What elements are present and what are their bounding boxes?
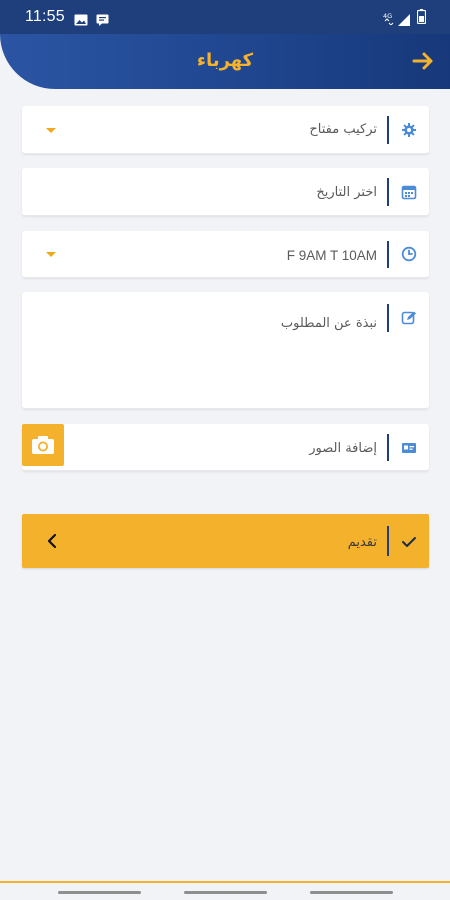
page-title: كهرباء (196, 50, 254, 71)
description-field[interactable]: نبذة عن المطلوب (22, 292, 429, 409)
photos-label: إضافة الصور (309, 441, 377, 456)
image-icon (74, 11, 88, 30)
submit-label: تقديم (347, 535, 377, 550)
calendar-icon (401, 184, 417, 200)
service-value: تركيب مفتاح (309, 122, 377, 137)
battery-icon (416, 9, 427, 28)
system-nav-bar (0, 883, 450, 900)
nav-recents[interactable] (58, 891, 141, 894)
submit-button[interactable]: تقديم (22, 514, 429, 568)
svg-text:4G: 4G (383, 12, 392, 20)
camera-icon (32, 436, 54, 454)
dropdown-arrow-icon[interactable] (46, 128, 56, 133)
app-header: كهرباء (0, 34, 450, 89)
image-card-icon (401, 440, 417, 456)
nav-back[interactable] (310, 891, 393, 894)
service-select[interactable]: تركيب مفتاح (22, 106, 429, 154)
check-icon (401, 534, 417, 548)
date-field[interactable]: اختر التاريخ (22, 168, 429, 216)
edit-icon (401, 310, 417, 326)
dropdown-arrow-icon[interactable] (46, 252, 56, 257)
field-separator (387, 434, 389, 461)
time-select[interactable]: F 9AM T 10AM (22, 231, 429, 278)
status-time: 11:55 (25, 8, 65, 25)
status-bar: 11:55 4G (0, 0, 450, 34)
photos-field[interactable]: إضافة الصور (22, 424, 429, 471)
field-separator (387, 116, 389, 144)
nav-home[interactable] (184, 891, 267, 894)
gear-icon (401, 122, 417, 138)
4g-icon: 4G (383, 10, 395, 29)
message-icon (96, 11, 109, 30)
camera-button[interactable] (22, 424, 64, 466)
field-separator (387, 241, 389, 268)
signal-icon (398, 11, 410, 30)
arrow-right-icon (412, 52, 433, 70)
field-separator (387, 526, 389, 556)
field-separator (387, 178, 389, 206)
clock-icon (401, 246, 417, 262)
time-value: F 9AM T 10AM (286, 248, 377, 263)
date-placeholder: اختر التاريخ (316, 185, 377, 200)
field-separator (387, 304, 389, 332)
back-button[interactable] (412, 50, 434, 72)
description-placeholder: نبذة عن المطلوب (280, 316, 377, 331)
chevron-left-icon (46, 533, 58, 549)
